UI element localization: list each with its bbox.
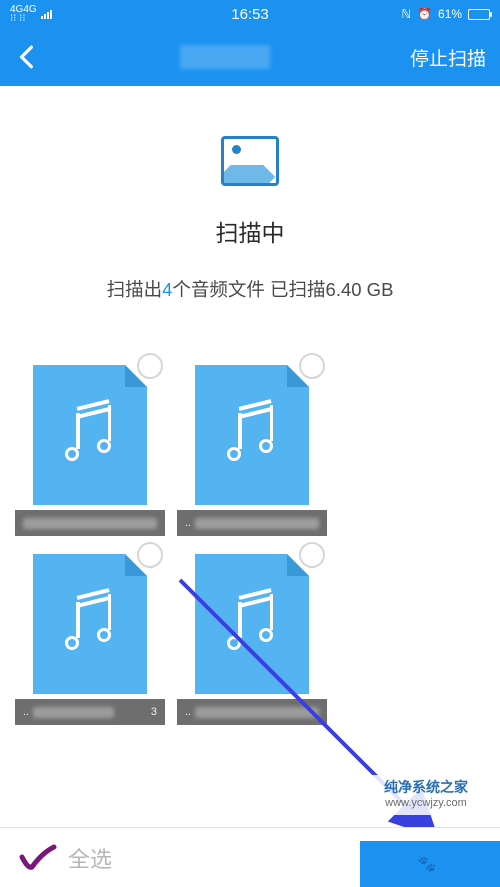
back-icon[interactable]	[14, 44, 40, 70]
file-caption-prefix: ..	[185, 517, 191, 529]
watermark-line1: 纯净系统之家	[364, 779, 488, 795]
audio-file-icon	[195, 554, 309, 694]
music-note-icon	[65, 598, 115, 650]
file-caption: ..	[177, 699, 327, 725]
file-caption	[15, 510, 165, 536]
status-time: 16:53	[231, 6, 269, 23]
status-bar: 4G4G⁝⁝ ⁝⁝ 16:53 ℕ ⏰ 61%	[0, 0, 500, 28]
file-item[interactable]	[15, 357, 165, 536]
file-caption: .. 3	[15, 699, 165, 725]
nfc-icon: ℕ	[401, 7, 411, 21]
watermark: 纯净系统之家 www.ycwjzy.com	[358, 775, 494, 815]
file-grid: .. .. 3 ..	[0, 337, 500, 735]
nav-bar: 停止扫描	[0, 28, 500, 86]
nav-title-blurred	[180, 45, 270, 69]
stop-scan-button[interactable]: 停止扫描	[410, 44, 486, 71]
music-note-icon	[227, 409, 277, 461]
bottom-bar: 全选 🐾	[0, 827, 500, 887]
scan-result-line: 扫描出4个音频文件 已扫描6.40 GB	[20, 276, 480, 302]
audio-file-icon	[195, 365, 309, 505]
file-caption: ..	[177, 510, 327, 536]
status-left: 4G4G⁝⁝ ⁝⁝	[10, 5, 54, 23]
network-4g-icon: 4G4G⁝⁝ ⁝⁝	[10, 5, 37, 23]
paw-icon: 🐾	[418, 855, 437, 873]
scan-result-mid: 个音频文件 已扫描	[172, 279, 325, 300]
file-checkbox[interactable]	[299, 353, 325, 379]
file-caption-prefix: ..	[23, 706, 29, 718]
file-caption-prefix: ..	[185, 706, 191, 718]
image-placeholder-icon	[221, 136, 279, 186]
music-note-icon	[65, 409, 115, 461]
file-checkbox[interactable]	[137, 353, 163, 379]
scan-status-block: 扫描中 扫描出4个音频文件 已扫描6.40 GB	[0, 86, 500, 337]
file-item[interactable]: ..	[177, 357, 327, 536]
alarm-icon: ⏰	[417, 7, 432, 21]
file-checkbox[interactable]	[137, 542, 163, 568]
select-all-check-icon[interactable]	[18, 843, 58, 873]
music-note-icon	[227, 598, 277, 650]
battery-pct: 61%	[438, 7, 462, 21]
select-all-label[interactable]: 全选	[68, 842, 112, 874]
scanning-label: 扫描中	[20, 214, 480, 248]
scan-file-count: 4	[162, 279, 172, 300]
file-caption-suffix: 3	[151, 706, 157, 718]
file-checkbox[interactable]	[299, 542, 325, 568]
watermark-line2: www.ycwjzy.com	[364, 795, 488, 811]
primary-action-button[interactable]: 🐾	[360, 841, 500, 887]
file-item[interactable]: .. 3	[15, 546, 165, 725]
signal-bars-icon	[41, 10, 52, 19]
file-item[interactable]: ..	[177, 546, 327, 725]
audio-file-icon	[33, 554, 147, 694]
battery-icon	[468, 9, 490, 20]
status-right: ℕ ⏰ 61%	[401, 7, 490, 21]
audio-file-icon	[33, 365, 147, 505]
scan-result-prefix: 扫描出	[107, 279, 163, 300]
scan-size: 6.40 GB	[326, 279, 394, 300]
